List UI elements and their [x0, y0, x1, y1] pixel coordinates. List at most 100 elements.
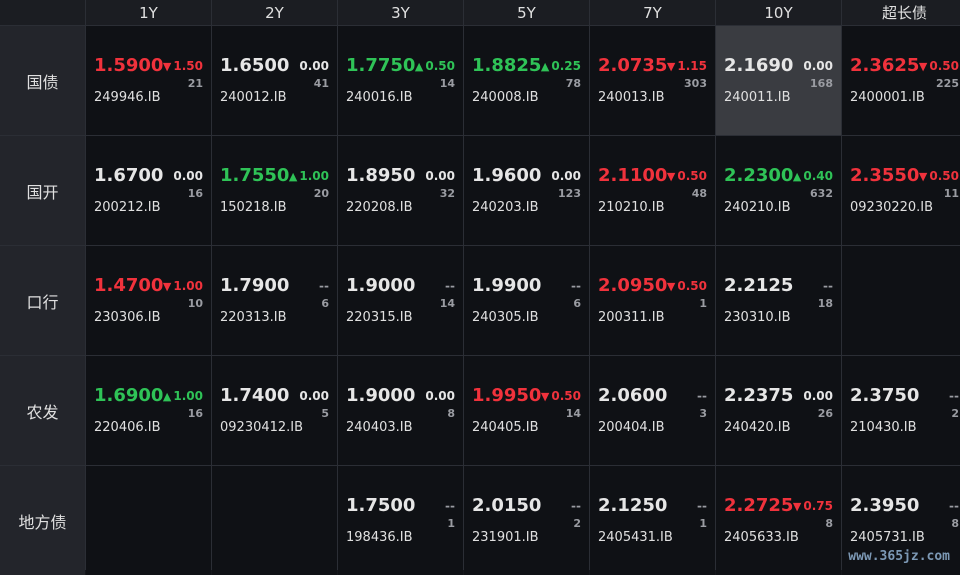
yield-value: 1.7400: [220, 385, 289, 406]
quote-cell[interactable]: 2.0735▼1.15303240013.IB: [590, 26, 715, 135]
yield-value: 1.7550: [220, 165, 289, 186]
quote-cell[interactable]: 1.67000.0016200212.IB: [86, 136, 211, 245]
quote-cell[interactable]: 2.23750.0026240420.IB: [716, 356, 841, 465]
trade-count: 8: [447, 407, 455, 420]
quote-cell[interactable]: 1.89500.0032220208.IB: [338, 136, 463, 245]
quote-cell[interactable]: 1.96000.00123240203.IB: [464, 136, 589, 245]
change-amount: 0.50: [551, 389, 581, 403]
quote-cell[interactable]: 1.90000.008240403.IB: [338, 356, 463, 465]
quote-cell[interactable]: 1.9950▼0.5014240405.IB: [464, 356, 589, 465]
yield-value: 2.3950: [850, 495, 919, 516]
column-header-2[interactable]: 3Y: [338, 0, 463, 25]
quote-cell[interactable]: 2.16900.00168240011.IB: [716, 26, 841, 135]
trade-count: 1: [447, 517, 455, 530]
change-amount: 1.15: [677, 59, 707, 73]
change-value: --: [697, 389, 707, 403]
change-value: 0.00: [803, 389, 833, 403]
yield-value: 1.7500: [346, 495, 415, 516]
column-header-0[interactable]: 1Y: [86, 0, 211, 25]
trade-count: 14: [440, 297, 455, 310]
quote-cell[interactable]: 2.2300▲0.40632240210.IB: [716, 136, 841, 245]
quote-cell[interactable]: 1.74000.00509230412.IB: [212, 356, 337, 465]
quote-cell[interactable]: 1.4700▼1.0010230306.IB: [86, 246, 211, 355]
trade-count: 14: [566, 407, 581, 420]
column-header-1[interactable]: 2Y: [212, 0, 337, 25]
bond-code: 220406.IB: [94, 420, 161, 435]
trade-count: 225: [936, 77, 959, 90]
bond-code: 240011.IB: [724, 90, 791, 105]
yield-value: 1.8950: [346, 165, 415, 186]
column-header-5[interactable]: 10Y: [716, 0, 841, 25]
yield-value: 2.0150: [472, 495, 541, 516]
trade-count: 8: [951, 517, 959, 530]
quote-cell[interactable]: 2.3625▼0.502252400001.IB: [842, 26, 960, 135]
change-value: --: [571, 499, 581, 513]
down-arrow-icon: ▼: [667, 280, 675, 293]
bond-code: 2405731.IB: [850, 530, 925, 545]
quote-cell[interactable]: 1.7900--6220313.IB: [212, 246, 337, 355]
column-header-6[interactable]: 超长债: [842, 0, 960, 25]
row-label-0[interactable]: 国债: [0, 26, 85, 135]
column-header-4[interactable]: 7Y: [590, 0, 715, 25]
quote-cell[interactable]: 2.0950▼0.501200311.IB: [590, 246, 715, 355]
quote-cell[interactable]: 2.2725▼0.7582405633.IB: [716, 466, 841, 575]
trade-count: 632: [810, 187, 833, 200]
trade-count: 10: [188, 297, 203, 310]
row-label-1[interactable]: 国开: [0, 136, 85, 245]
quote-cell[interactable]: 1.8825▲0.2578240008.IB: [464, 26, 589, 135]
up-arrow-icon: ▲: [289, 170, 297, 183]
quote-cell[interactable]: 2.3750--2210430.IB: [842, 356, 960, 465]
quote-cell[interactable]: 1.7500--1198436.IB: [338, 466, 463, 575]
quote-cell[interactable]: 2.0150--2231901.IB: [464, 466, 589, 575]
quote-cell[interactable]: 1.9900--6240305.IB: [464, 246, 589, 355]
column-header-3[interactable]: 5Y: [464, 0, 589, 25]
bond-code: 230306.IB: [94, 310, 161, 325]
quote-cell[interactable]: 2.3550▼0.501109230220.IB: [842, 136, 960, 245]
change-value: 0.00: [425, 389, 455, 403]
bond-code: 240012.IB: [220, 90, 287, 105]
yield-value: 2.1250: [598, 495, 667, 516]
bond-code: 2405431.IB: [598, 530, 673, 545]
change-amount: 0.00: [299, 389, 329, 403]
change-value: --: [823, 279, 833, 293]
trade-count: 32: [440, 187, 455, 200]
change-value: ▼0.50: [667, 279, 707, 293]
trade-count: 5: [321, 407, 329, 420]
quote-cell[interactable]: 2.1250--12405431.IB: [590, 466, 715, 575]
yield-value: 2.3625: [850, 55, 919, 76]
quote-cell[interactable]: 2.1100▼0.5048210210.IB: [590, 136, 715, 245]
bond-code: 230310.IB: [724, 310, 791, 325]
quote-cell[interactable]: 2.0600--3200404.IB: [590, 356, 715, 465]
down-arrow-icon: ▼: [163, 60, 171, 73]
change-amount: 1.00: [173, 279, 203, 293]
up-arrow-icon: ▲: [163, 390, 171, 403]
change-amount: --: [823, 279, 833, 293]
quote-cell[interactable]: 1.5900▼1.5021249946.IB: [86, 26, 211, 135]
bond-code: 240420.IB: [724, 420, 791, 435]
row-label-3[interactable]: 农发: [0, 356, 85, 465]
empty-cell: [842, 246, 960, 355]
up-arrow-icon: ▲: [415, 60, 423, 73]
change-amount: 0.40: [803, 169, 833, 183]
quote-cell[interactable]: 1.9000--14220315.IB: [338, 246, 463, 355]
change-amount: --: [445, 499, 455, 513]
row-label-4[interactable]: 地方债: [0, 466, 85, 575]
change-value: --: [949, 499, 959, 513]
trade-count: 3: [699, 407, 707, 420]
bond-code: 220313.IB: [220, 310, 287, 325]
row-label-2[interactable]: 口行: [0, 246, 85, 355]
bond-code: 200212.IB: [94, 200, 161, 215]
bond-code: 240013.IB: [598, 90, 665, 105]
bond-code: 249946.IB: [94, 90, 161, 105]
change-amount: 1.00: [299, 169, 329, 183]
yield-value: 1.4700: [94, 275, 163, 296]
change-value: ▼1.15: [667, 59, 707, 73]
bond-code: 2400001.IB: [850, 90, 925, 105]
bond-code: 240203.IB: [472, 200, 539, 215]
quote-cell[interactable]: 1.6900▲1.0016220406.IB: [86, 356, 211, 465]
quote-cell[interactable]: 1.7750▲0.5014240016.IB: [338, 26, 463, 135]
quote-cell[interactable]: 2.2125--18230310.IB: [716, 246, 841, 355]
quote-cell[interactable]: 1.65000.0041240012.IB: [212, 26, 337, 135]
change-amount: 0.50: [929, 169, 959, 183]
quote-cell[interactable]: 1.7550▲1.0020150218.IB: [212, 136, 337, 245]
